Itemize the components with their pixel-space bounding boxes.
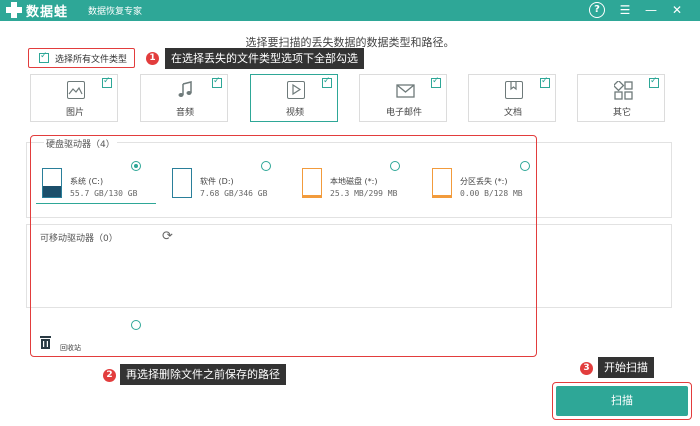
video-icon	[287, 81, 305, 99]
email-checkbox[interactable]	[431, 76, 441, 88]
file-type-tile-video[interactable]: 视频	[250, 74, 338, 122]
checkbox-check-icon[interactable]	[39, 51, 49, 63]
app-brand: 数据蛙	[26, 5, 69, 20]
scan-button[interactable]: 扫描	[556, 386, 688, 416]
select-all-label: 选择所有文件类型	[55, 55, 128, 65]
file-type-label: 其它	[612, 108, 631, 118]
other-checkbox[interactable]	[649, 76, 659, 88]
menu-icon[interactable]: ☰	[617, 2, 633, 18]
image-checkbox[interactable]	[102, 76, 112, 88]
file-type-label: 文档	[503, 108, 522, 118]
file-type-tile-other[interactable]: 其它	[577, 74, 665, 122]
file-type-tile-document[interactable]: 文档	[468, 74, 556, 122]
help-circle-icon[interactable]: ?	[589, 2, 605, 18]
file-type-label: 音频	[175, 108, 194, 118]
callout-1: 在选择丢失的文件类型选项下全部勾选	[165, 48, 364, 69]
other-icon	[612, 79, 633, 100]
document-icon	[505, 81, 523, 99]
file-type-tile-email[interactable]: 电子邮件	[359, 74, 447, 122]
title-bar: 数据蛙 数据恢复专家 ? ☰ — ✕	[0, 0, 700, 21]
callout-2-badge: 2	[103, 369, 116, 382]
drives-highlight-box	[30, 135, 537, 357]
select-all-checkbox[interactable]: 选择所有文件类型	[28, 48, 135, 68]
music-icon	[177, 81, 195, 99]
document-checkbox[interactable]	[540, 76, 550, 88]
close-icon[interactable]: ✕	[669, 2, 685, 18]
callout-3-badge: 3	[580, 362, 593, 375]
file-type-label: 电子邮件	[385, 108, 422, 118]
audio-checkbox[interactable]	[212, 76, 222, 88]
file-type-label: 图片	[65, 108, 84, 118]
app-window: 数据蛙 数据恢复专家 ? ☰ — ✕ 选择要扫描的丢失数据的数据类型和路径。 选…	[0, 0, 700, 426]
file-type-tile-audio[interactable]: 音频	[140, 74, 228, 122]
video-checkbox[interactable]	[322, 76, 332, 88]
callout-1-badge: 1	[146, 52, 159, 65]
app-logo-icon	[6, 2, 22, 18]
email-icon	[396, 81, 415, 99]
minimize-icon[interactable]: —	[643, 2, 659, 18]
image-icon	[67, 81, 85, 99]
file-type-label: 视频	[285, 108, 304, 118]
file-type-tile-image[interactable]: 图片	[30, 74, 118, 122]
callout-2: 再选择删除文件之前保存的路径	[120, 364, 286, 385]
callout-3: 开始扫描	[598, 357, 654, 378]
app-subtitle: 数据恢复专家	[88, 7, 143, 17]
